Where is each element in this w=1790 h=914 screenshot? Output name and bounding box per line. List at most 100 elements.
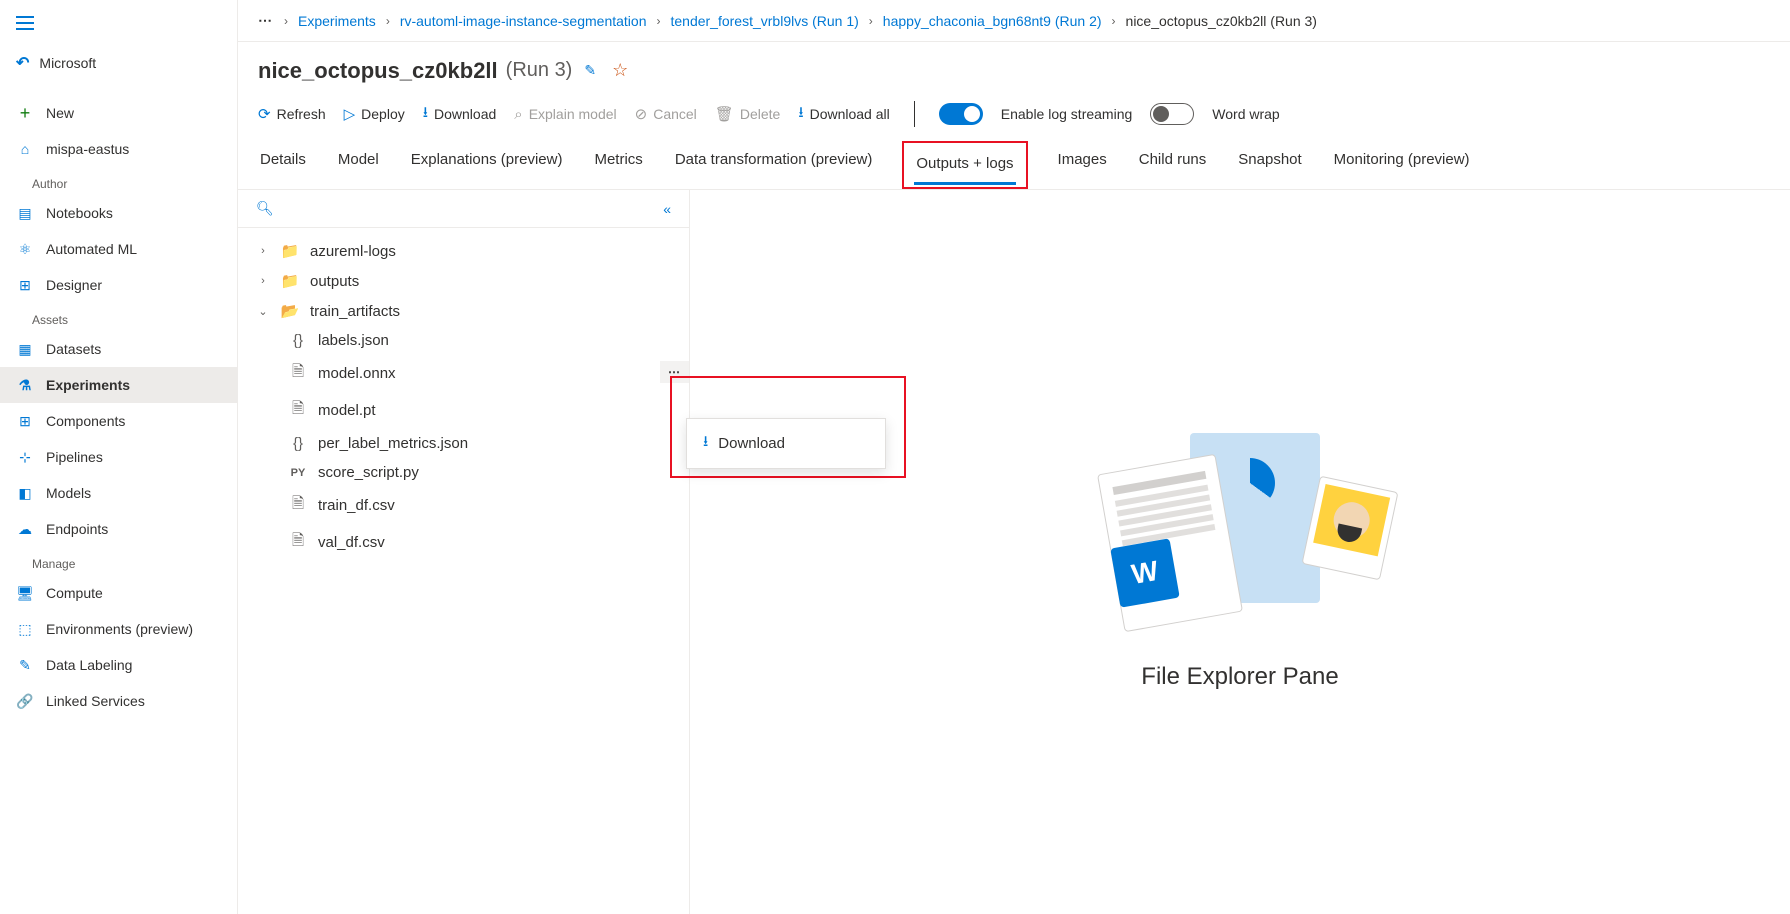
home-icon: ⌂	[16, 140, 34, 158]
file-label: score_script.py	[318, 464, 419, 481]
sidebar-item-label: Components	[46, 413, 125, 429]
deploy-button[interactable]: ▷Deploy	[344, 105, 405, 123]
pipelines-icon: ⊹	[16, 448, 34, 466]
sidebar-item-environments[interactable]: ⬚ Environments (preview)	[0, 611, 237, 647]
tab-datatransform[interactable]: Data transformation (preview)	[673, 141, 875, 189]
main-content: ⋯ › Experiments › rv-automl-image-instan…	[238, 0, 1790, 914]
breadcrumb-run2[interactable]: happy_chaconia_bgn68nt9 (Run 2)	[883, 13, 1102, 29]
toolbar-separator	[914, 101, 915, 127]
breadcrumb-experiment-name[interactable]: rv-automl-image-instance-segmentation	[400, 13, 647, 29]
download-button[interactable]: ⭳Download	[423, 102, 497, 127]
sidebar-item-label: Designer	[46, 277, 102, 293]
designer-icon: ⊞	[16, 276, 34, 294]
back-button[interactable]: ↶ Microsoft	[0, 41, 237, 85]
sidebar-item-pipelines[interactable]: ⊹ Pipelines	[0, 439, 237, 475]
csv-icon: 🗎	[288, 530, 308, 555]
sidebar-item-label: Linked Services	[46, 693, 145, 709]
sidebar-item-label: New	[46, 105, 74, 121]
sidebar-item-datalabeling[interactable]: ✎ Data Labeling	[0, 647, 237, 683]
title-row: nice_octopus_cz0kb2ll (Run 3) ✎ ☆	[238, 42, 1790, 93]
file-more-button[interactable]: ⋯	[660, 361, 689, 383]
chevron-right-icon: ›	[1112, 14, 1116, 28]
sidebar-item-new[interactable]: + New	[0, 95, 237, 131]
chevron-down-icon: ⌄	[256, 305, 270, 318]
back-arrow-icon: ↶	[16, 53, 29, 73]
chevron-right-icon: ›	[256, 275, 270, 287]
sidebar-item-experiments[interactable]: ⚗ Experiments	[0, 367, 237, 403]
context-menu: ⭳ Download	[686, 418, 886, 469]
collapse-panel-button[interactable]: «	[663, 201, 671, 217]
breadcrumb-ellipsis[interactable]: ⋯	[258, 12, 274, 29]
automl-icon: ⚛	[16, 240, 34, 258]
download-icon: ⭳	[703, 431, 708, 456]
sidebar-item-label: Compute	[46, 585, 103, 601]
tree-file-score[interactable]: PY score_script.py	[238, 458, 689, 487]
tree-file-traindf[interactable]: 🗎 train_df.csv	[238, 487, 689, 524]
refresh-button[interactable]: ⟳Refresh	[258, 105, 326, 123]
sidebar-item-label: Automated ML	[46, 241, 137, 257]
refresh-icon: ⟳	[258, 105, 271, 123]
plus-icon: +	[16, 104, 34, 122]
tree-file-valdf[interactable]: 🗎 val_df.csv	[238, 524, 689, 561]
preview-illustration: W	[1090, 413, 1390, 633]
tab-monitoring[interactable]: Monitoring (preview)	[1332, 141, 1472, 189]
tab-images[interactable]: Images	[1056, 141, 1109, 189]
sidebar-item-linked[interactable]: 🔗 Linked Services	[0, 683, 237, 719]
sidebar-item-label: Pipelines	[46, 449, 103, 465]
sidebar-item-workspace[interactable]: ⌂ mispa-eastus	[0, 131, 237, 167]
word-wrap-label: Word wrap	[1212, 106, 1279, 122]
sidebar-item-compute[interactable]: 🖥 Compute	[0, 575, 237, 611]
sidebar-item-label: Datasets	[46, 341, 101, 357]
log-streaming-label: Enable log streaming	[1001, 106, 1133, 122]
context-download[interactable]: ⭳ Download	[687, 419, 885, 468]
explain-button: ⌕Explain model	[514, 106, 616, 123]
hamburger-menu[interactable]	[0, 8, 237, 41]
tab-childruns[interactable]: Child runs	[1137, 141, 1209, 189]
sidebar-item-designer[interactable]: ⊞ Designer	[0, 267, 237, 303]
datasets-icon: ▦	[16, 340, 34, 358]
file-label: model.onnx	[318, 365, 396, 382]
tabs: Details Model Explanations (preview) Met…	[238, 141, 1790, 190]
tree-file-pt[interactable]: 🗎 model.pt	[238, 392, 689, 429]
chevron-right-icon: ›	[256, 245, 270, 257]
breadcrumb-experiments[interactable]: Experiments	[298, 13, 376, 29]
tree-folder-train[interactable]: ⌄ 📂 train_artifacts	[238, 296, 689, 326]
tab-outputs[interactable]: Outputs + logs	[914, 145, 1015, 185]
tab-snapshot[interactable]: Snapshot	[1236, 141, 1303, 189]
tree-folder-outputs[interactable]: › 📁 outputs	[238, 266, 689, 296]
play-icon: ▷	[344, 105, 356, 123]
tab-metrics[interactable]: Metrics	[592, 141, 644, 189]
log-streaming-toggle[interactable]	[939, 103, 983, 125]
folder-label: train_artifacts	[310, 303, 400, 320]
python-icon: PY	[288, 467, 308, 479]
preview-pane: W File Explorer Pane	[690, 190, 1790, 914]
tab-explanations[interactable]: Explanations (preview)	[409, 141, 565, 189]
sidebar-item-notebooks[interactable]: ▤ Notebooks	[0, 195, 237, 231]
tab-details[interactable]: Details	[258, 141, 308, 189]
sidebar-item-components[interactable]: ⊞ Components	[0, 403, 237, 439]
download-icon: ⭳	[798, 102, 803, 127]
models-icon: ◧	[16, 484, 34, 502]
sidebar-item-models[interactable]: ◧ Models	[0, 475, 237, 511]
tree-file-perlabel[interactable]: {} per_label_metrics.json	[238, 429, 689, 458]
edit-title-button[interactable]: ✎	[580, 58, 600, 83]
download-all-button[interactable]: ⭳Download all	[798, 102, 889, 127]
tree-file-onnx[interactable]: 🗎 model.onnx ⋯	[238, 355, 689, 392]
word-wrap-toggle[interactable]	[1150, 103, 1194, 125]
linked-icon: 🔗	[16, 692, 34, 710]
word-doc-icon: W	[1110, 538, 1180, 608]
breadcrumb-run1[interactable]: tender_forest_vrbl9lvs (Run 1)	[670, 13, 858, 29]
tab-outputs-highlight: Outputs + logs	[902, 141, 1027, 189]
sidebar-item-endpoints[interactable]: ☁ Endpoints	[0, 511, 237, 547]
sidebar-item-automl[interactable]: ⚛ Automated ML	[0, 231, 237, 267]
tab-model[interactable]: Model	[336, 141, 381, 189]
context-item-label: Download	[718, 435, 785, 452]
search-files-button[interactable]: 🔍︎	[256, 200, 274, 217]
favorite-button[interactable]: ☆	[608, 56, 632, 85]
tree-folder-azureml[interactable]: › 📁 azureml-logs	[238, 236, 689, 266]
sidebar-item-label: Environments (preview)	[46, 621, 193, 637]
sidebar-item-label: Endpoints	[46, 521, 108, 537]
tree-file-labels[interactable]: {} labels.json	[238, 326, 689, 355]
notebook-icon: ▤	[16, 204, 34, 222]
sidebar-item-datasets[interactable]: ▦ Datasets	[0, 331, 237, 367]
